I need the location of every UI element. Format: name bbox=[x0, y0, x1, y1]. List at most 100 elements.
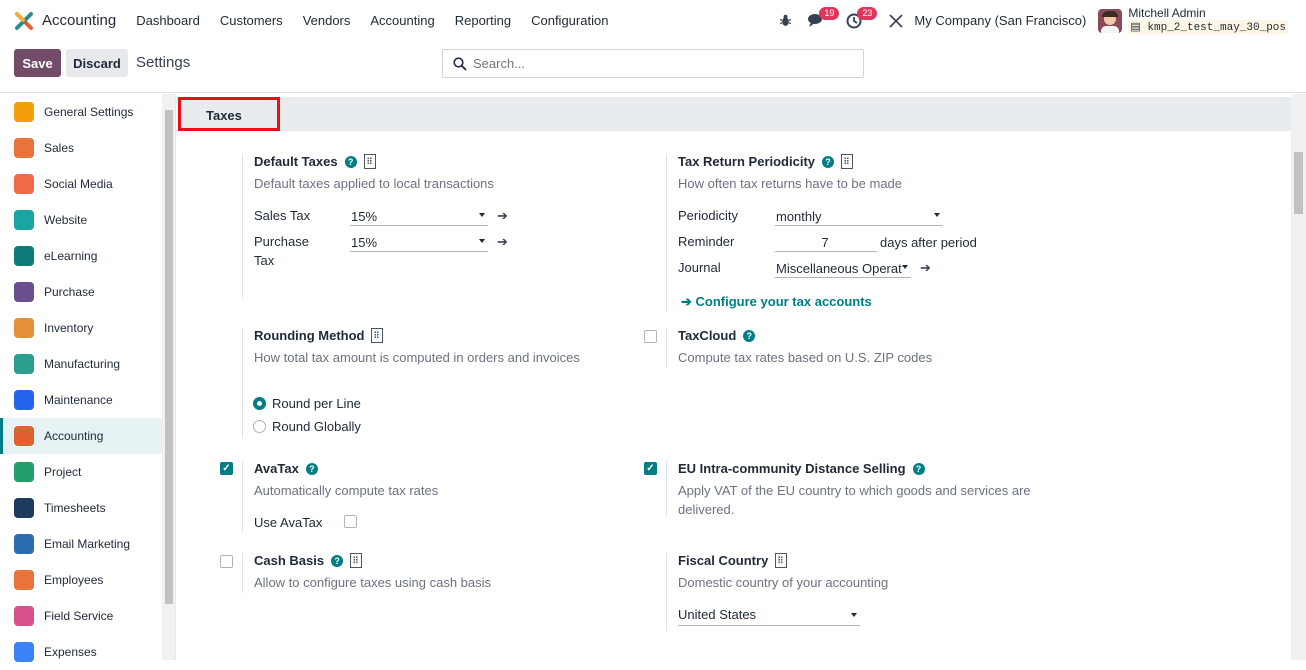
sidebar-item-timesheets[interactable]: Timesheets bbox=[0, 490, 162, 526]
sidebar-scrollbar-thumb[interactable] bbox=[165, 110, 173, 604]
chevron-down-icon bbox=[479, 213, 485, 217]
company-name[interactable]: My Company (San Francisco) bbox=[914, 13, 1086, 28]
round-globally-radio[interactable] bbox=[253, 420, 266, 433]
sidebar-item-label: Email Marketing bbox=[44, 537, 131, 551]
sales-app-icon bbox=[14, 138, 34, 158]
sidebar-item-field-service[interactable]: Field Service bbox=[0, 598, 162, 634]
sidebar-item-sales[interactable]: Sales bbox=[0, 130, 162, 166]
sidebar-item-project[interactable]: Project bbox=[0, 454, 162, 490]
sidebar-item-elearning[interactable]: eLearning bbox=[0, 238, 162, 274]
section-header: Taxes bbox=[177, 97, 1291, 131]
taxcloud-setting: TaxCloud? Compute tax rates based on U.S… bbox=[678, 328, 1038, 367]
app-brand[interactable]: Accounting bbox=[14, 11, 116, 31]
fiscal-country-select[interactable]: United States bbox=[678, 606, 860, 626]
avatax-checkbox[interactable]: ✓ bbox=[220, 462, 233, 475]
sidebar-item-inventory[interactable]: Inventory bbox=[0, 310, 162, 346]
messages-icon[interactable]: 19 bbox=[808, 7, 840, 28]
setting-divider bbox=[242, 154, 243, 298]
settings-content: Taxes Default Taxes? Default taxes appli… bbox=[177, 94, 1291, 660]
sidebar-item-label: Sales bbox=[44, 141, 75, 155]
round-per-line-radio[interactable] bbox=[253, 397, 266, 410]
sidebar-item-manufacturing[interactable]: Manufacturing bbox=[0, 346, 162, 382]
user-menu[interactable]: Mitchell Admin ▤ kmp_2_test_may_30_pos bbox=[1098, 7, 1288, 34]
cash-basis-title: Cash Basis bbox=[254, 553, 325, 568]
purchase-tax-value: 15% bbox=[351, 235, 378, 250]
purchase-tax-select[interactable]: 15% bbox=[350, 232, 488, 252]
help-icon[interactable]: ? bbox=[822, 155, 835, 168]
use-avatax-checkbox[interactable] bbox=[344, 515, 357, 528]
sidebar-item-email-marketing[interactable]: Email Marketing bbox=[0, 526, 162, 562]
configure-tax-accounts-link[interactable]: ➔ Configure your tax accounts bbox=[681, 294, 872, 310]
content-scrollbar-thumb[interactable] bbox=[1294, 152, 1303, 214]
cash-basis-setting: Cash Basis? Allow to configure taxes usi… bbox=[254, 553, 584, 592]
sidebar-item-label: Inventory bbox=[44, 321, 94, 335]
cash-basis-checkbox[interactable] bbox=[220, 555, 233, 568]
content-scrollbar[interactable] bbox=[1291, 94, 1306, 660]
database-name: ▤ kmp_2_test_may_30_pos bbox=[1128, 20, 1288, 34]
company-building-icon bbox=[363, 154, 376, 169]
default-taxes-setting: Default Taxes? Default taxes applied to … bbox=[254, 154, 584, 193]
sidebar-scrollbar[interactable] bbox=[162, 94, 176, 660]
taxcloud-checkbox[interactable] bbox=[644, 330, 657, 343]
help-icon[interactable]: ? bbox=[743, 329, 756, 342]
inventory-app-icon bbox=[14, 318, 34, 338]
fiscal-country-value: United States bbox=[678, 607, 757, 622]
sidebar-item-website[interactable]: Website bbox=[0, 202, 162, 238]
default-taxes-title: Default Taxes bbox=[254, 154, 338, 169]
menu-vendors[interactable]: Vendors bbox=[303, 13, 351, 28]
help-icon[interactable]: ? bbox=[331, 554, 344, 567]
sidebar-item-accounting[interactable]: Accounting bbox=[0, 418, 162, 454]
purchase-tax-open-arrow-icon[interactable]: ➔ bbox=[497, 234, 508, 250]
sidebar-item-label: eLearning bbox=[44, 249, 98, 263]
fiscal-country-title: Fiscal Country bbox=[678, 553, 769, 568]
sidebar-item-general-settings[interactable]: General Settings bbox=[0, 94, 162, 130]
taxcloud-title: TaxCloud bbox=[678, 328, 737, 343]
menu-customers[interactable]: Customers bbox=[220, 13, 283, 28]
avatax-setting: AvaTax? Automatically compute tax rates bbox=[254, 461, 584, 500]
reminder-input[interactable]: 7 bbox=[775, 232, 877, 252]
search-box[interactable] bbox=[442, 49, 864, 78]
round-globally-label[interactable]: Round Globally bbox=[272, 419, 361, 434]
sidebar-item-label: Maintenance bbox=[44, 393, 113, 407]
setting-divider bbox=[666, 553, 667, 631]
sidebar-item-social-media[interactable]: Social Media bbox=[0, 166, 162, 202]
tax-return-setting: Tax Return Periodicity? How often tax re… bbox=[678, 154, 1058, 193]
journal-open-arrow-icon[interactable]: ➔ bbox=[920, 260, 931, 276]
help-icon[interactable]: ? bbox=[912, 462, 925, 475]
search-input[interactable] bbox=[473, 56, 843, 71]
eu-distance-selling-checkbox[interactable]: ✓ bbox=[644, 462, 657, 475]
periodicity-label: Periodicity bbox=[678, 208, 738, 223]
sidebar-item-label: Employees bbox=[44, 573, 104, 587]
company-switch-icon[interactable] bbox=[888, 13, 904, 29]
reminder-value: 7 bbox=[821, 235, 829, 250]
purchase-tax-label-line2: Tax bbox=[254, 253, 275, 268]
debug-icon[interactable] bbox=[779, 14, 792, 27]
eu-distance-selling-title: EU Intra-community Distance Selling bbox=[678, 461, 906, 476]
use-avatax-label: Use AvaTax bbox=[254, 515, 323, 530]
search-icon bbox=[453, 56, 467, 71]
sales-tax-open-arrow-icon[interactable]: ➔ bbox=[497, 208, 508, 224]
menu-dashboard[interactable]: Dashboard bbox=[136, 13, 200, 28]
company-building-icon bbox=[350, 553, 363, 568]
help-icon[interactable]: ? bbox=[344, 155, 357, 168]
menu-configuration[interactable]: Configuration bbox=[531, 13, 608, 28]
maintenance-app-icon bbox=[14, 390, 34, 410]
avatax-desc: Automatically compute tax rates bbox=[254, 483, 439, 498]
sidebar-item-employees[interactable]: Employees bbox=[0, 562, 162, 598]
field-service-app-icon bbox=[14, 606, 34, 626]
rounding-title: Rounding Method bbox=[254, 328, 365, 343]
journal-select[interactable]: Miscellaneous Operat bbox=[775, 258, 911, 278]
periodicity-select[interactable]: monthly bbox=[775, 206, 943, 226]
menu-reporting[interactable]: Reporting bbox=[455, 13, 511, 28]
sidebar-item-expenses[interactable]: Expenses bbox=[0, 634, 162, 670]
save-button[interactable]: Save bbox=[14, 49, 61, 77]
discard-button[interactable]: Discard bbox=[66, 49, 128, 77]
help-icon[interactable]: ? bbox=[305, 462, 318, 475]
sales-tax-select[interactable]: 15% bbox=[350, 206, 488, 226]
round-per-line-label[interactable]: Round per Line bbox=[272, 396, 361, 411]
activities-icon[interactable]: 23 bbox=[846, 6, 878, 29]
menu-accounting[interactable]: Accounting bbox=[370, 13, 434, 28]
sidebar-item-maintenance[interactable]: Maintenance bbox=[0, 382, 162, 418]
sidebar-item-purchase[interactable]: Purchase bbox=[0, 274, 162, 310]
setting-divider bbox=[242, 553, 243, 593]
